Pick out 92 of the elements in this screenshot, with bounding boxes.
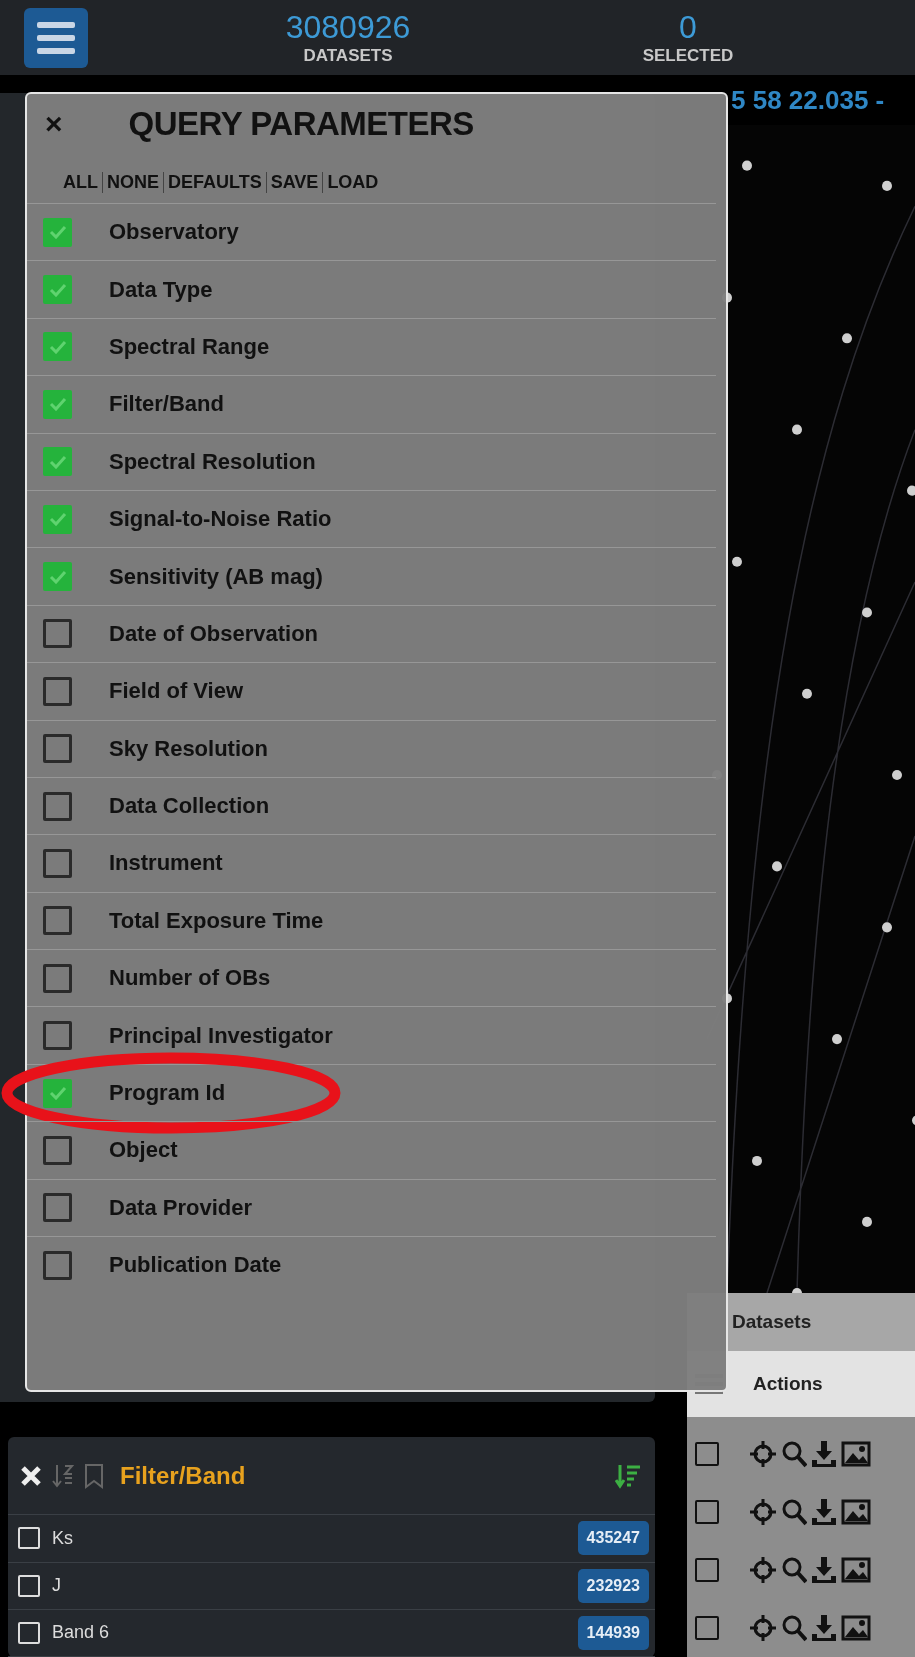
search-icon[interactable] xyxy=(781,1440,807,1468)
count-badge: 435247 xyxy=(577,1521,649,1556)
parameter-label[interactable]: Sky Resolution xyxy=(109,735,268,762)
column-header[interactable]: Actions xyxy=(753,1373,823,1396)
checkbox[interactable] xyxy=(43,504,72,534)
parameter-label[interactable]: Number of OBs xyxy=(109,965,271,992)
parameter-label[interactable]: Object xyxy=(109,1137,178,1164)
checkbox[interactable] xyxy=(43,1193,72,1223)
download-icon[interactable] xyxy=(811,1440,837,1468)
bookmark-icon[interactable] xyxy=(84,1462,104,1489)
selected-label: SELECTED xyxy=(642,45,734,66)
check-icon xyxy=(48,454,67,469)
filter-label[interactable]: J xyxy=(52,1575,578,1597)
parameter-label[interactable]: Data Provider xyxy=(109,1194,253,1221)
download-icon[interactable] xyxy=(811,1614,837,1642)
check-icon xyxy=(48,225,67,240)
search-icon[interactable] xyxy=(781,1614,807,1642)
parameter-label[interactable]: Data Collection xyxy=(109,793,270,820)
parameter-label[interactable]: Sensitivity (AB mag) xyxy=(109,563,323,590)
checkbox[interactable] xyxy=(43,275,72,305)
table-title: Datasets xyxy=(732,1311,812,1334)
datasets-label: DATASETS xyxy=(303,45,393,66)
parameter-label[interactable]: Signal-to-Noise Ratio xyxy=(109,506,332,533)
parameter-label[interactable]: Data Type xyxy=(109,276,213,303)
download-icon[interactable] xyxy=(811,1556,837,1584)
dialog-title: QUERY PARAMETERS xyxy=(128,105,474,143)
crosshair-icon[interactable] xyxy=(749,1440,777,1468)
action-link[interactable]: NONE xyxy=(102,172,163,193)
coordinates-text: 5 58 22.035 - xyxy=(731,84,885,116)
parameter-label[interactable]: Program Id xyxy=(109,1080,226,1107)
sort-icon[interactable] xyxy=(52,1462,74,1489)
action-link[interactable]: SAVE xyxy=(265,172,323,193)
parameter-label[interactable]: Date of Observation xyxy=(109,620,319,647)
count-badge: 144939 xyxy=(577,1615,649,1650)
sort-descending-icon[interactable] xyxy=(615,1462,641,1489)
checkbox[interactable] xyxy=(695,1558,719,1582)
checkbox[interactable] xyxy=(43,619,72,649)
checkbox[interactable] xyxy=(43,389,72,419)
selected-count: 0 xyxy=(679,9,697,44)
close-icon[interactable] xyxy=(20,1464,42,1487)
checkbox[interactable] xyxy=(43,332,72,362)
check-icon xyxy=(48,1086,67,1101)
checkbox[interactable] xyxy=(43,906,72,936)
parameter-label[interactable]: Filter/Band xyxy=(109,391,224,418)
search-icon[interactable] xyxy=(781,1556,807,1584)
parameter-label[interactable]: Field of View xyxy=(109,678,244,705)
check-icon xyxy=(48,339,67,354)
image-icon[interactable] xyxy=(841,1557,871,1583)
checkbox[interactable] xyxy=(43,217,72,247)
checkbox[interactable] xyxy=(43,1021,72,1051)
parameter-label[interactable]: Spectral Range xyxy=(109,333,270,360)
parameter-label[interactable]: Instrument xyxy=(109,850,223,877)
checkbox[interactable] xyxy=(695,1500,719,1524)
checkbox[interactable] xyxy=(695,1616,719,1640)
crosshair-icon[interactable] xyxy=(749,1556,777,1584)
checkbox[interactable] xyxy=(43,562,72,592)
count-badge: 232923 xyxy=(577,1568,649,1603)
action-link[interactable]: ALL xyxy=(59,172,102,193)
menu-button[interactable] xyxy=(24,7,88,68)
checkbox[interactable] xyxy=(43,1250,72,1280)
image-icon[interactable] xyxy=(841,1615,871,1641)
check-icon xyxy=(48,282,67,297)
checkbox[interactable] xyxy=(43,447,72,477)
parameter-label[interactable]: Spectral Resolution xyxy=(109,448,316,475)
parameter-label[interactable]: Principal Investigator xyxy=(109,1022,333,1049)
filter-label[interactable]: Ks xyxy=(52,1527,578,1549)
datasets-count: 3080926 xyxy=(285,9,411,44)
crosshair-icon[interactable] xyxy=(749,1498,777,1526)
image-icon[interactable] xyxy=(841,1441,871,1467)
parameter-label[interactable]: Total Exposure Time xyxy=(109,907,324,934)
action-link[interactable]: DEFAULTS xyxy=(163,172,266,193)
check-icon xyxy=(48,512,67,527)
check-icon xyxy=(48,569,67,584)
download-icon[interactable] xyxy=(811,1498,837,1526)
checkbox[interactable] xyxy=(695,1442,719,1466)
checkbox[interactable] xyxy=(43,849,72,878)
checkbox[interactable] xyxy=(43,676,72,706)
parameter-label[interactable]: Publication Date xyxy=(109,1252,282,1279)
checkbox[interactable] xyxy=(43,1135,72,1165)
parameter-label[interactable]: Observatory xyxy=(109,219,239,246)
checkbox[interactable] xyxy=(43,1078,72,1108)
close-button[interactable]: × xyxy=(41,107,67,141)
action-link[interactable]: LOAD xyxy=(322,172,383,193)
checkbox[interactable] xyxy=(43,791,72,821)
checkbox[interactable] xyxy=(43,734,72,764)
crosshair-icon[interactable] xyxy=(749,1614,777,1642)
checkbox[interactable] xyxy=(43,963,72,993)
image-icon[interactable] xyxy=(841,1499,871,1525)
check-icon xyxy=(48,397,67,412)
panel-title: Filter/Band xyxy=(120,1461,247,1490)
filter-label[interactable]: Band 6 xyxy=(52,1622,578,1644)
search-icon[interactable] xyxy=(781,1498,807,1526)
